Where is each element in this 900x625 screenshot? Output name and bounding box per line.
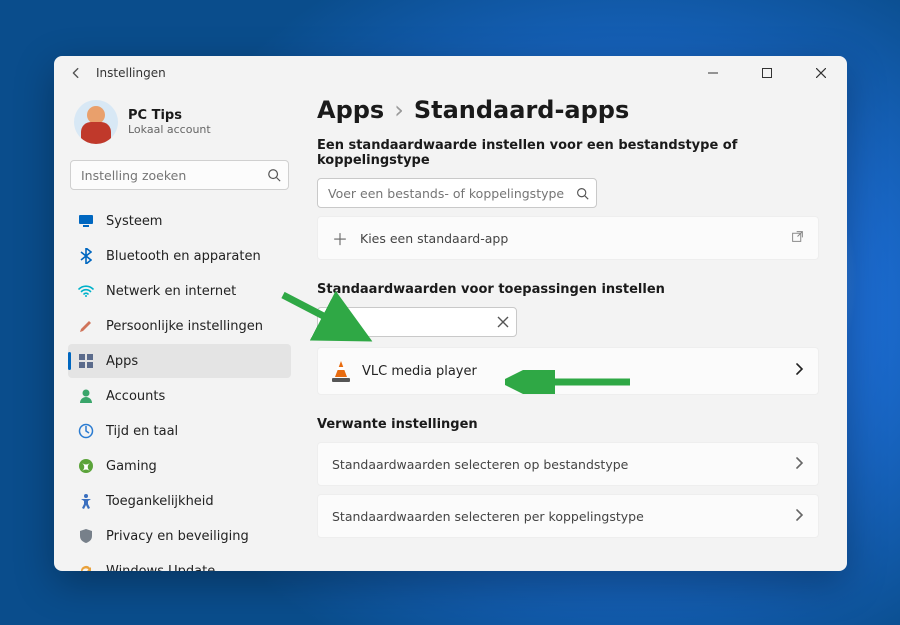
accessibility-icon xyxy=(78,493,94,509)
card-label: Kies een standaard-app xyxy=(360,231,508,246)
nav-bluetooth[interactable]: Bluetooth en apparaten xyxy=(68,239,291,273)
bluetooth-icon xyxy=(78,248,94,264)
xbox-icon xyxy=(78,458,94,474)
section-heading-apps: Standaardwaarden voor toepassingen inste… xyxy=(317,282,819,297)
nav-label: Bluetooth en apparaten xyxy=(106,249,261,264)
settings-search-input[interactable] xyxy=(70,160,289,190)
section-heading-filetype: Een standaardwaarde instellen voor een b… xyxy=(317,138,819,168)
section-heading-related: Verwante instellingen xyxy=(317,417,819,432)
apps-icon xyxy=(78,353,94,369)
nav-label: Accounts xyxy=(106,389,165,404)
nav-gaming[interactable]: Gaming xyxy=(68,449,291,483)
card-label: Standaardwaarden selecteren per koppelin… xyxy=(332,509,644,524)
nav-list: Systeem Bluetooth en apparaten Netwerk e… xyxy=(68,204,291,571)
sidebar: PC Tips Lokaal account Systeem xyxy=(54,90,299,571)
nav-label: Systeem xyxy=(106,214,162,229)
clock-globe-icon xyxy=(78,423,94,439)
nav-label: Apps xyxy=(106,354,138,369)
person-icon xyxy=(78,388,94,404)
breadcrumb-root[interactable]: Apps xyxy=(317,96,384,124)
settings-window: Instellingen PC Tips Lokaal account xyxy=(54,56,847,571)
nav-label: Gaming xyxy=(106,459,157,474)
choose-default-app-card[interactable]: ＋ Kies een standaard-app xyxy=(317,216,819,260)
nav-accessibility[interactable]: Toegankelijkheid xyxy=(68,484,291,518)
chevron-right-icon xyxy=(794,509,804,524)
titlebar: Instellingen xyxy=(54,56,847,90)
close-button[interactable] xyxy=(799,56,843,90)
nav-label: Toegankelijkheid xyxy=(106,494,214,509)
nav-systeem[interactable]: Systeem xyxy=(68,204,291,238)
nav-privacy[interactable]: Privacy en beveiliging xyxy=(68,519,291,553)
app-result-label: VLC media player xyxy=(362,364,477,379)
app-result-vlc[interactable]: VLC media player xyxy=(317,347,819,395)
profile-block[interactable]: PC Tips Lokaal account xyxy=(68,96,291,154)
nav-label: Netwerk en internet xyxy=(106,284,236,299)
nav-accounts[interactable]: Accounts xyxy=(68,379,291,413)
nav-network[interactable]: Netwerk en internet xyxy=(68,274,291,308)
clear-icon[interactable] xyxy=(497,313,509,332)
nav-label: Persoonlijke instellingen xyxy=(106,319,263,334)
wifi-icon xyxy=(78,285,94,297)
plus-icon: ＋ xyxy=(332,226,348,250)
breadcrumb: Apps › Standaard-apps xyxy=(317,96,819,124)
vlc-icon xyxy=(332,361,350,381)
related-by-linktype[interactable]: Standaardwaarden selecteren per koppelin… xyxy=(317,494,819,538)
app-search-input[interactable] xyxy=(317,307,517,337)
nav-label: Privacy en beveiliging xyxy=(106,529,249,544)
related-by-filetype[interactable]: Standaardwaarden selecteren op bestandst… xyxy=(317,442,819,486)
popout-icon xyxy=(791,230,804,246)
search-icon xyxy=(267,167,281,186)
chevron-right-icon xyxy=(794,457,804,472)
nav-time-language[interactable]: Tijd en taal xyxy=(68,414,291,448)
back-button[interactable] xyxy=(66,66,86,80)
nav-windows-update[interactable]: Windows Update xyxy=(68,554,291,571)
settings-search xyxy=(70,160,289,190)
chevron-right-icon: › xyxy=(394,96,404,124)
monitor-icon xyxy=(78,214,94,228)
nav-apps[interactable]: Apps xyxy=(68,344,291,378)
profile-account-type: Lokaal account xyxy=(128,123,211,136)
nav-personalization[interactable]: Persoonlijke instellingen xyxy=(68,309,291,343)
brush-icon xyxy=(78,318,94,334)
chevron-right-icon xyxy=(794,363,804,379)
avatar xyxy=(74,100,118,144)
card-label: Standaardwaarden selecteren op bestandst… xyxy=(332,457,628,472)
filetype-input[interactable] xyxy=(317,178,597,208)
window-title: Instellingen xyxy=(96,66,166,80)
maximize-button[interactable] xyxy=(745,56,789,90)
nav-label: Tijd en taal xyxy=(106,424,178,439)
nav-label: Windows Update xyxy=(106,564,215,572)
update-icon xyxy=(78,563,94,571)
profile-name: PC Tips xyxy=(128,108,211,123)
minimize-button[interactable] xyxy=(691,56,735,90)
main-content: Apps › Standaard-apps Een standaardwaard… xyxy=(299,90,847,571)
shield-icon xyxy=(78,528,94,544)
breadcrumb-leaf: Standaard-apps xyxy=(414,96,629,124)
